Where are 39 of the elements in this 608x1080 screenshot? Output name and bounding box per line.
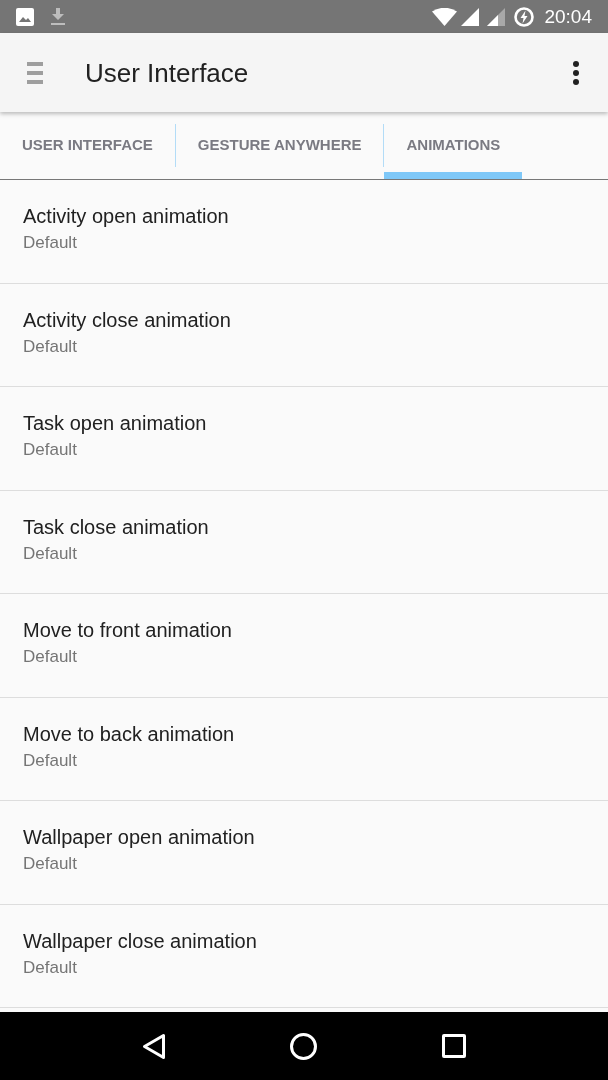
setting-title: Activity close animation xyxy=(23,307,232,333)
battery-charging-icon xyxy=(514,6,535,27)
more-options-icon[interactable] xyxy=(573,60,579,85)
setting-summary: Default xyxy=(23,646,78,669)
setting-title: Wallpaper open animation xyxy=(23,825,256,851)
setting-title: Activity open animation xyxy=(23,204,230,230)
image-icon xyxy=(16,7,34,26)
setting-title: Wallpaper close animation xyxy=(23,928,258,954)
setting-summary: Default xyxy=(23,542,78,565)
setting-row[interactable]: Move to front animation Default xyxy=(0,594,608,698)
setting-row[interactable]: Activity close animation Default xyxy=(0,283,608,387)
setting-row[interactable]: Wallpaper close animation Default xyxy=(0,904,608,1008)
setting-summary: Default xyxy=(23,232,78,255)
setting-row[interactable]: Move to back animation Default xyxy=(0,697,608,801)
home-icon[interactable] xyxy=(290,1032,318,1060)
setting-title: Move to back animation xyxy=(23,721,236,747)
setting-title: Task open animation xyxy=(23,411,208,437)
recents-icon[interactable] xyxy=(441,1034,466,1058)
status-time: 20:04 xyxy=(544,7,592,26)
setting-row[interactable]: Wallpaper open animation Default xyxy=(0,801,608,905)
back-icon[interactable] xyxy=(142,1032,167,1060)
tab[interactable]: GESTURE ANYWHERE xyxy=(175,112,384,179)
setting-summary: Default xyxy=(23,853,78,876)
signal-icon xyxy=(461,7,480,26)
wifi-icon xyxy=(432,7,458,26)
setting-summary: Default xyxy=(23,956,78,979)
setting-row[interactable]: Activity open animation Default xyxy=(0,180,608,284)
signal-icon xyxy=(487,7,506,26)
setting-title: Task close animation xyxy=(23,514,210,540)
setting-title: Move to front animation xyxy=(23,618,233,644)
tab[interactable]: ANIMATIONS xyxy=(384,112,523,179)
setting-summary: Default xyxy=(23,439,78,462)
setting-row[interactable]: Task open animation Default xyxy=(0,387,608,491)
download-icon xyxy=(50,7,66,26)
setting-summary: Default xyxy=(23,749,78,772)
tab[interactable]: USER INTERFACE xyxy=(0,112,175,179)
app-bar-title: User Interface xyxy=(85,59,249,86)
setting-summary: Default xyxy=(23,335,78,358)
setting-row[interactable]: Task close animation Default xyxy=(0,490,608,594)
